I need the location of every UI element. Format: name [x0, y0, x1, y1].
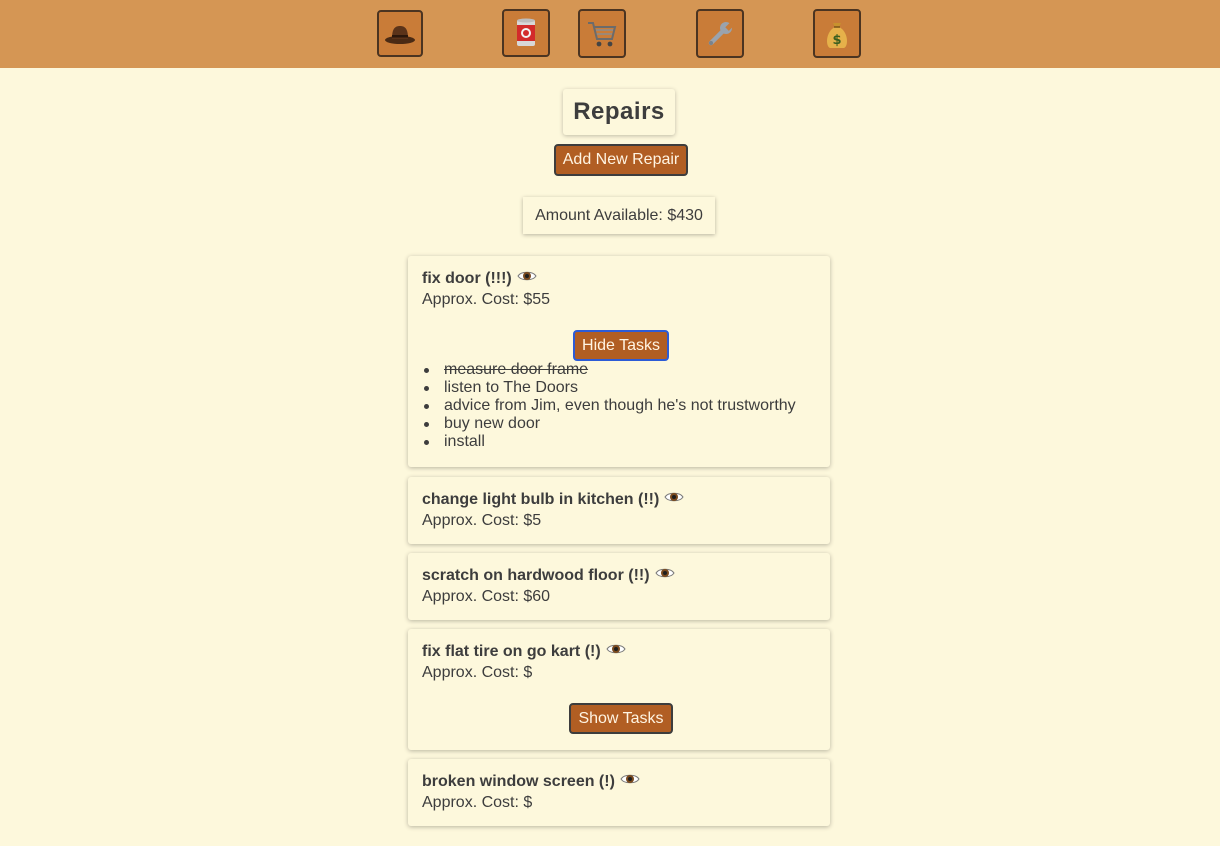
task-item: measure door frame [422, 361, 796, 379]
show-tasks-button[interactable]: Show Tasks [569, 703, 673, 734]
page-title: Repairs [563, 89, 675, 135]
repair-title-row: fix flat tire on go kart (!) [422, 642, 626, 661]
eye-icon[interactable] [620, 772, 640, 791]
eye-icon[interactable] [664, 490, 684, 509]
repair-card: fix flat tire on go kart (!) Approx. Cos… [408, 629, 830, 750]
shopping-cart-icon[interactable] [578, 9, 626, 58]
repair-card: fix door (!!!) Approx. Cost: $55 Hide Ta… [408, 256, 830, 467]
repair-cost: Approx. Cost: $ [422, 794, 533, 811]
repair-title: broken window screen (!) [422, 772, 615, 790]
add-new-repair-button[interactable]: Add New Repair [554, 144, 688, 176]
task-item: advice from Jim, even though he's not tr… [422, 397, 796, 415]
task-text: advice from Jim, even though he's not tr… [444, 397, 796, 414]
wrench-icon[interactable] [696, 9, 744, 58]
repair-card: scratch on hardwood floor (!!) Approx. C… [408, 553, 830, 620]
repair-card: change light bulb in kitchen (!!) Approx… [408, 477, 830, 544]
repair-title-row: change light bulb in kitchen (!!) [422, 490, 684, 509]
repair-title: fix flat tire on go kart (!) [422, 642, 601, 660]
eye-icon[interactable] [517, 269, 537, 288]
repair-title: fix door (!!!) [422, 269, 512, 287]
task-text: measure door frame [444, 361, 589, 378]
task-text: buy new door [444, 415, 541, 432]
repair-cost: Approx. Cost: $ [422, 664, 533, 681]
repair-title-row: fix door (!!!) [422, 269, 537, 288]
task-list: measure door frame listen to The Doors a… [422, 361, 796, 451]
repair-title: change light bulb in kitchen (!!) [422, 490, 660, 508]
cowboy-hat-icon[interactable] [377, 10, 423, 57]
task-text: install [444, 433, 485, 450]
hide-tasks-button[interactable]: Hide Tasks [573, 330, 669, 361]
task-item: buy new door [422, 415, 796, 433]
eye-icon[interactable] [654, 566, 675, 585]
task-item: install [422, 433, 796, 451]
top-nav-bar: $ [0, 0, 1220, 68]
svg-text:$: $ [832, 33, 841, 48]
task-text: listen to The Doors [444, 379, 578, 396]
repair-cost: Approx. Cost: $60 [422, 588, 551, 605]
money-bag-icon[interactable]: $ [813, 9, 861, 58]
repair-title-row: scratch on hardwood floor (!!) [422, 566, 675, 585]
tin-can-icon[interactable] [502, 9, 550, 57]
repair-title: scratch on hardwood floor (!!) [422, 566, 650, 584]
repair-card: broken window screen (!) Approx. Cost: $ [408, 759, 830, 826]
amount-available: Amount Available: $430 [523, 197, 715, 234]
repair-cost: Approx. Cost: $5 [422, 512, 542, 529]
repair-cost: Approx. Cost: $55 [422, 291, 551, 308]
repair-title-row: broken window screen (!) [422, 772, 640, 791]
task-item: listen to The Doors [422, 379, 796, 397]
eye-icon[interactable] [606, 642, 626, 661]
